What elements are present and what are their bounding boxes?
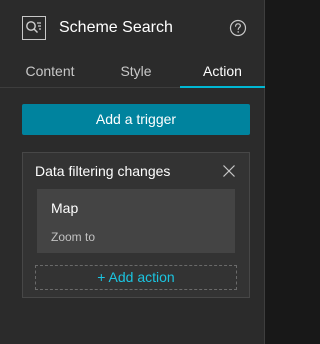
panel-header: Scheme Search [0,0,265,56]
close-icon[interactable] [222,164,236,178]
add-action-button[interactable]: + Add action [35,265,237,290]
action-detail: Zoom to [51,230,96,244]
panel-title: Scheme Search [59,19,173,36]
add-trigger-button[interactable]: Add a trigger [22,104,250,135]
help-icon[interactable] [229,19,247,37]
tab-action[interactable]: Action [180,58,265,88]
trigger-card: Data filtering changes Map Zoom to + Add… [22,152,250,298]
action-item[interactable]: Map Zoom to [37,189,235,253]
tab-style[interactable]: Style [90,58,182,88]
tab-bar: Content Style Action [0,58,265,88]
search-list-icon [22,16,46,40]
trigger-title: Data filtering changes [35,163,171,179]
tab-content[interactable]: Content [0,58,100,88]
settings-panel: Scheme Search Content Style Action Add a… [0,0,265,344]
action-target: Map [51,200,79,216]
